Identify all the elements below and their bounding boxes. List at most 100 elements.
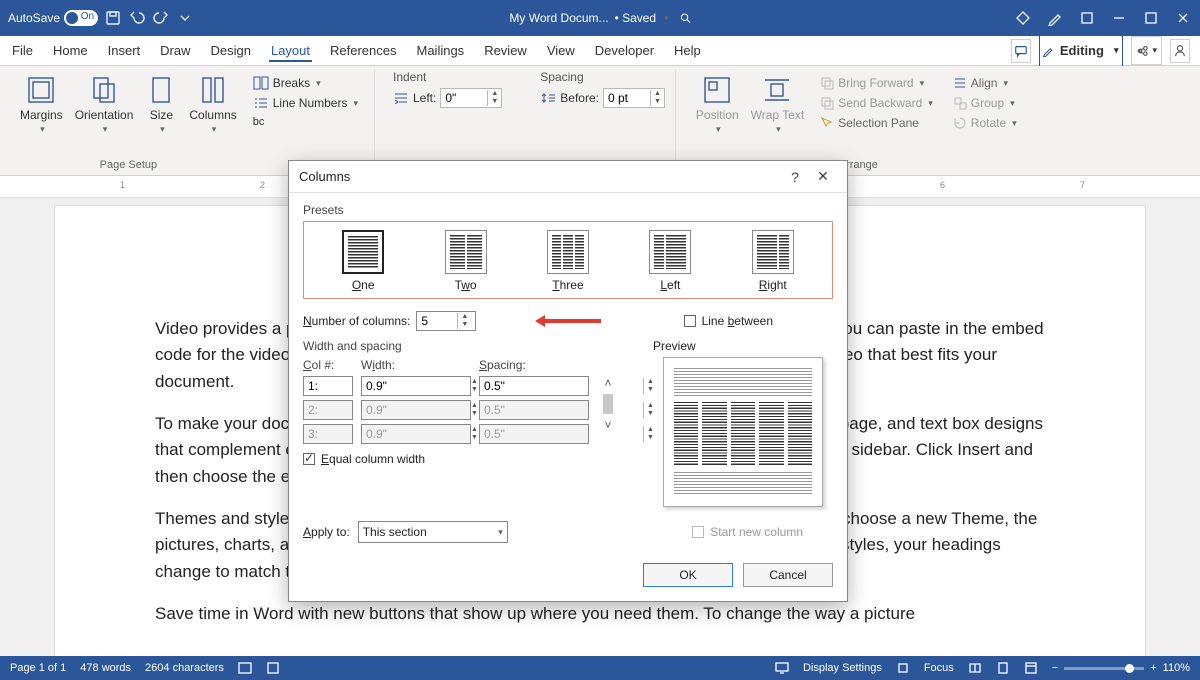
undo-icon[interactable]: [128, 9, 146, 27]
col-3-number: ▲▼: [303, 424, 353, 444]
col-1-number[interactable]: ▲▼: [303, 376, 353, 396]
editing-mode-button[interactable]: Editing▾: [1039, 34, 1124, 67]
zoom-control[interactable]: − + 110%: [1052, 662, 1190, 674]
send-backward-button: Send Backward▾: [816, 94, 937, 112]
width-spacing-label: Width and spacing: [303, 339, 633, 353]
status-bar: Page 1 of 1 478 words 2604 characters Di…: [0, 656, 1200, 680]
tab-references[interactable]: References: [328, 39, 398, 62]
read-mode-icon[interactable]: [968, 661, 982, 675]
comments-button[interactable]: [1011, 39, 1031, 63]
col-2-spacing: ▲▼: [479, 400, 589, 420]
preview-box: [663, 357, 823, 507]
diamond-icon[interactable]: [1014, 9, 1032, 27]
page-indicator[interactable]: Page 1 of 1: [10, 662, 66, 674]
focus-icon[interactable]: [896, 661, 910, 675]
display-icon[interactable]: [775, 661, 789, 675]
focus-button[interactable]: Focus: [924, 662, 954, 674]
tab-mailings[interactable]: Mailings: [415, 39, 467, 62]
ok-button[interactable]: OK: [643, 563, 733, 587]
ribbon-tabs: File Home Insert Draw Design Layout Refe…: [0, 36, 1200, 66]
window-icon[interactable]: [1078, 9, 1096, 27]
word-count[interactable]: 478 words: [80, 662, 131, 674]
print-layout-icon[interactable]: [996, 661, 1010, 675]
columns-dialog: Columns ? ✕ Presets One Two Three Left R…: [288, 160, 848, 602]
col-2-width: ▲▼: [361, 400, 471, 420]
zoom-slider[interactable]: [1064, 667, 1144, 670]
tab-help[interactable]: Help: [672, 39, 703, 62]
page-setup-label: Page Setup: [100, 157, 158, 175]
spacing-before-input[interactable]: ▲▼: [603, 88, 665, 108]
apply-to-select[interactable]: This section▾: [358, 521, 508, 543]
col-3-spacing: ▲▼: [479, 424, 589, 444]
preset-three[interactable]: Three: [547, 230, 589, 292]
minimize-icon[interactable]: [1110, 9, 1128, 27]
selection-pane-button[interactable]: Selection Pane: [816, 114, 937, 132]
toggle-icon[interactable]: On: [64, 10, 98, 26]
margins-button[interactable]: Margins▾: [14, 70, 69, 139]
close-icon[interactable]: ✕: [809, 168, 837, 185]
tab-file[interactable]: File: [10, 39, 35, 62]
group-button: Group▾: [949, 94, 1021, 112]
col-3-width: ▲▼: [361, 424, 471, 444]
bring-forward-button: Bring Forward▾: [816, 74, 937, 92]
preset-right[interactable]: Right: [752, 230, 794, 292]
spellcheck-icon[interactable]: [238, 661, 252, 675]
autosave-label: AutoSave: [8, 11, 60, 25]
search-icon[interactable]: [675, 8, 699, 28]
presets-label: Presets: [303, 203, 833, 217]
pen-icon[interactable]: [1046, 9, 1064, 27]
maximize-icon[interactable]: [1142, 9, 1160, 27]
display-settings-button[interactable]: Display Settings: [803, 662, 882, 674]
char-count[interactable]: 2604 characters: [145, 662, 224, 674]
tab-view[interactable]: View: [545, 39, 577, 62]
autosave-toggle[interactable]: AutoSave On: [8, 10, 98, 26]
tab-design[interactable]: Design: [209, 39, 253, 62]
help-icon[interactable]: ?: [781, 169, 809, 185]
chevron-down-icon[interactable]: ▾: [664, 13, 669, 24]
tab-review[interactable]: Review: [482, 39, 529, 62]
rotate-button: Rotate▾: [949, 114, 1021, 132]
line-numbers-button[interactable]: Line Numbers▾: [249, 94, 362, 112]
share-button[interactable]: ▾: [1131, 36, 1162, 65]
size-button[interactable]: Size▾: [139, 70, 183, 139]
body-paragraph[interactable]: Save time in Word with new buttons that …: [155, 601, 1045, 627]
tab-layout[interactable]: Layout: [269, 39, 312, 62]
zoom-level[interactable]: 110%: [1163, 662, 1190, 674]
zoom-out-icon[interactable]: −: [1052, 662, 1058, 674]
position-button: Position▾: [690, 70, 745, 139]
save-icon[interactable]: [104, 9, 122, 27]
preset-left[interactable]: Left: [649, 230, 691, 292]
equal-width-checkbox[interactable]: Equal column width: [303, 452, 633, 466]
tab-home[interactable]: Home: [51, 39, 90, 62]
align-button[interactable]: Align▾: [949, 74, 1021, 92]
spacing-label: Spacing: [536, 70, 669, 84]
tab-draw[interactable]: Draw: [158, 39, 192, 62]
saved-indicator[interactable]: • Saved: [615, 11, 657, 25]
number-of-columns-input[interactable]: ▲▼: [416, 311, 476, 331]
accessibility-icon[interactable]: [266, 661, 280, 675]
preview-label: Preview: [653, 339, 833, 353]
dialog-title: Columns: [299, 169, 781, 184]
orientation-button[interactable]: Orientation▾: [69, 70, 140, 139]
breaks-button[interactable]: Breaks▾: [249, 74, 362, 92]
close-icon[interactable]: [1174, 9, 1192, 27]
cancel-button[interactable]: Cancel: [743, 563, 833, 587]
title-bar: AutoSave On My Word Docum... • Saved ▾: [0, 0, 1200, 36]
redo-icon[interactable]: [152, 9, 170, 27]
col-1-width[interactable]: ▲▼: [361, 376, 471, 396]
tab-insert[interactable]: Insert: [106, 39, 143, 62]
preset-two[interactable]: Two: [445, 230, 487, 292]
number-of-columns-label: Number of columns:: [303, 314, 410, 328]
indent-left-input[interactable]: ▲▼: [440, 88, 502, 108]
dropdown-icon[interactable]: [176, 9, 194, 27]
tab-developer[interactable]: Developer: [593, 39, 656, 62]
line-between-checkbox[interactable]: Line between: [684, 314, 773, 328]
hyphenation-button[interactable]: bc: [249, 114, 362, 130]
col-1-spacing[interactable]: ▲▼: [479, 376, 589, 396]
columns-button[interactable]: Columns▾: [183, 70, 242, 139]
web-layout-icon[interactable]: [1024, 661, 1038, 675]
zoom-in-icon[interactable]: +: [1150, 662, 1156, 674]
preset-one[interactable]: One: [342, 230, 384, 292]
person-icon[interactable]: [1170, 39, 1190, 63]
wrap-text-button: Wrap Text▾: [745, 70, 811, 139]
